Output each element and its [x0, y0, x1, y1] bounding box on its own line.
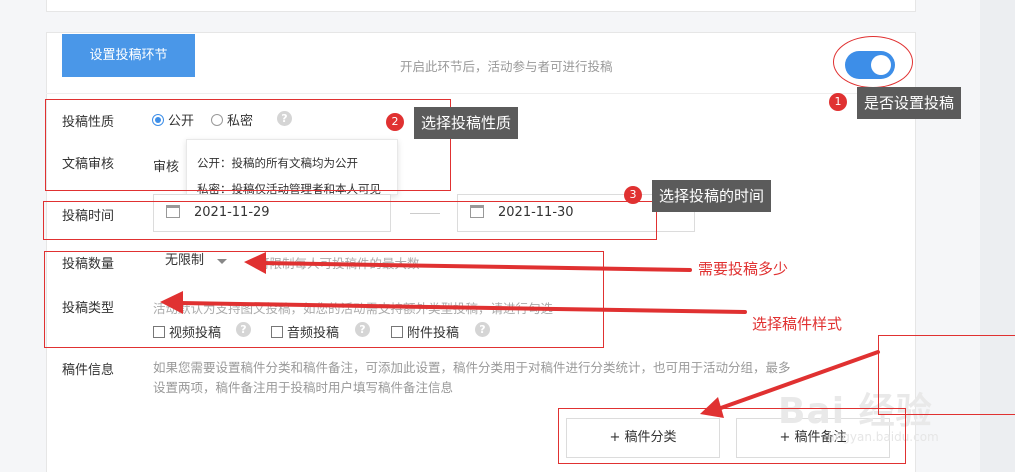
arrow-type-line	[178, 301, 747, 314]
annotation-arrows	[160, 252, 880, 418]
arrow-info-head	[700, 397, 724, 418]
arrow-info-line	[716, 350, 880, 411]
arrow-count-head	[244, 252, 266, 274]
arrow-type-head	[160, 291, 183, 314]
arrow-count-line	[260, 261, 692, 272]
